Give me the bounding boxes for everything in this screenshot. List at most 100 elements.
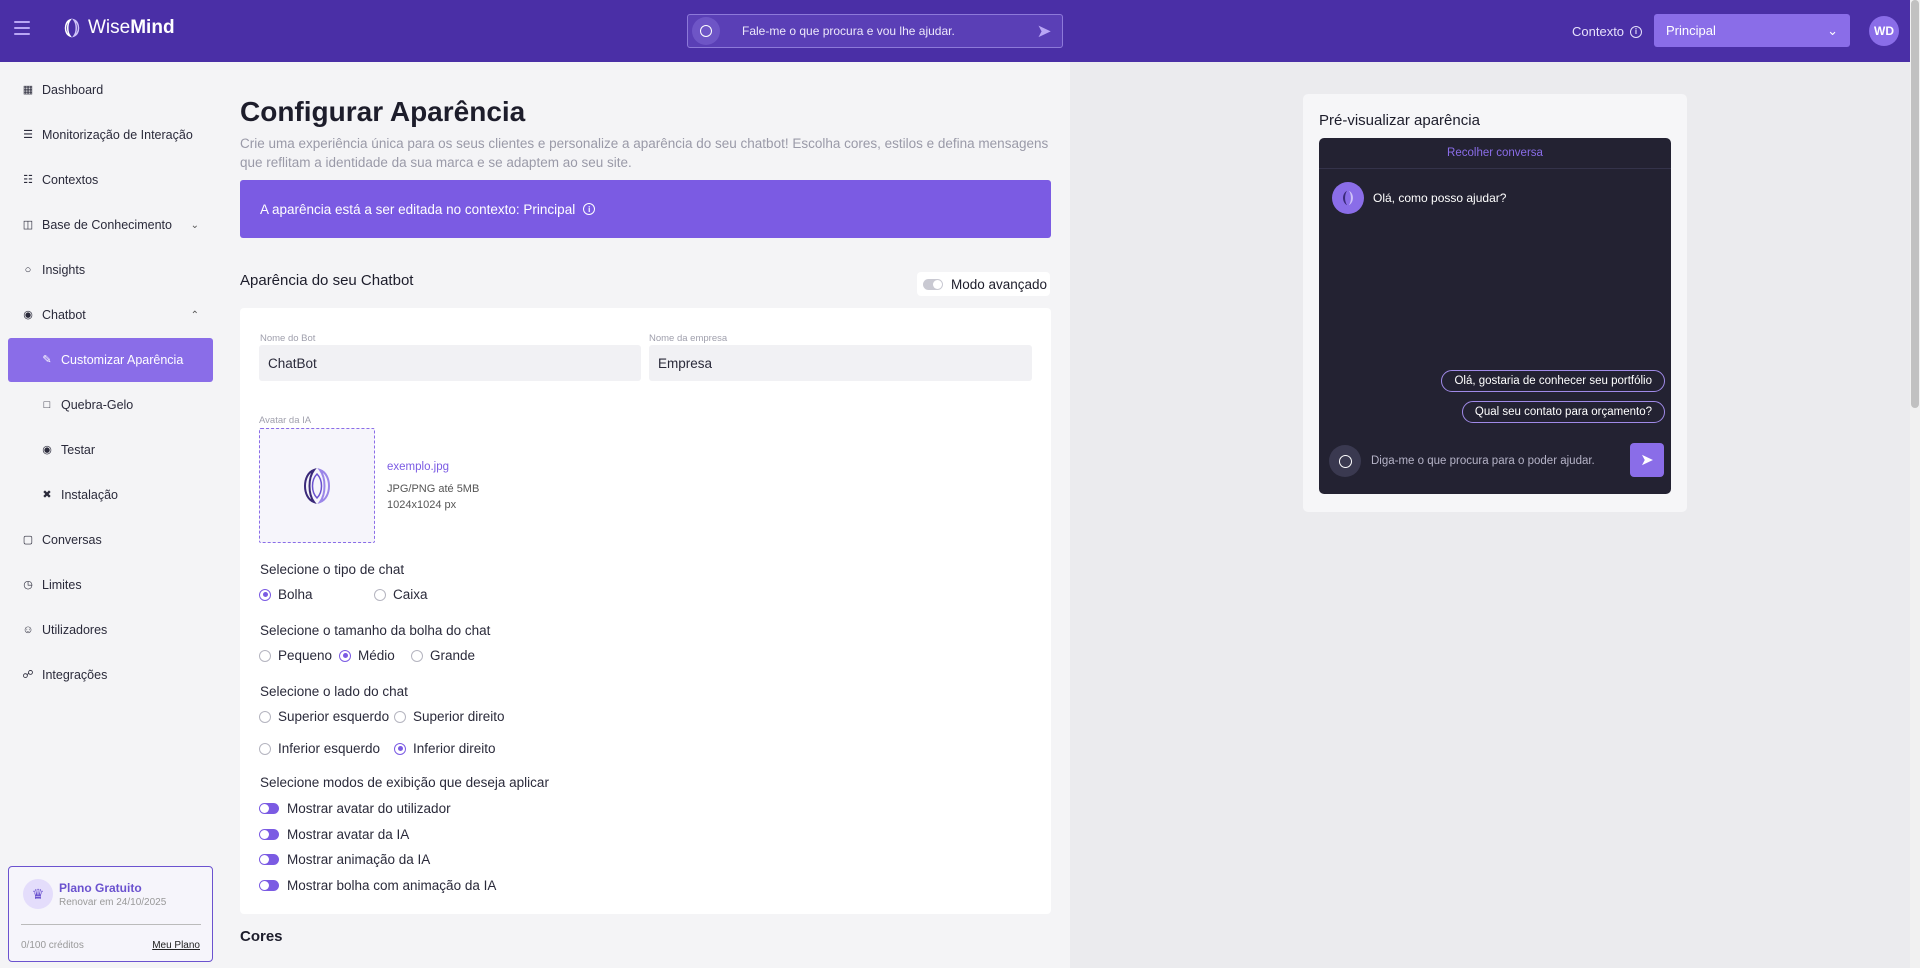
company-name-label: Nome da empresa: [649, 333, 728, 344]
assistant-icon[interactable]: [692, 17, 720, 45]
divider: [21, 924, 201, 925]
file-dims: 1024x1024 px: [387, 499, 457, 511]
advanced-mode-toggle[interactable]: Modo avançado: [917, 272, 1050, 296]
sidebar-item-customize[interactable]: ✎ Customizar Aparência: [8, 338, 213, 382]
option-label: Superior esquerdo: [278, 709, 390, 724]
wisemind-logo-icon: [64, 18, 80, 38]
option-label: Bolha: [278, 587, 313, 602]
sidebar-item-installation[interactable]: ✖ Instalação: [8, 475, 213, 515]
radio-selected[interactable]: [394, 742, 406, 755]
global-search: ➤: [687, 14, 1063, 48]
toggle-user-avatar[interactable]: Mostrar avatar do utilizador: [259, 801, 451, 816]
toggle-switch[interactable]: [259, 829, 279, 840]
sidebar-item-insights[interactable]: ○ Insights: [8, 250, 213, 290]
toggle-ai-avatar[interactable]: Mostrar avatar da IA: [259, 827, 409, 842]
colors-section-title: Cores: [240, 928, 283, 945]
plan-credits: 0/100 créditos: [21, 940, 84, 951]
bot-name-input[interactable]: [259, 345, 641, 381]
preview-title: Pré-visualizar aparência: [1319, 112, 1480, 129]
radio[interactable]: [374, 588, 386, 601]
radio[interactable]: [259, 649, 271, 662]
page-scrollbar[interactable]: [1910, 0, 1920, 968]
company-name-input[interactable]: [649, 345, 1032, 381]
radio[interactable]: [394, 710, 406, 723]
chevron-down-icon: ⌄: [190, 219, 199, 231]
context-label-text: Contexto: [1572, 24, 1625, 39]
chat-type-bubble[interactable]: Bolha: [259, 587, 313, 602]
scrollbar-thumb[interactable]: [1911, 0, 1919, 408]
side-top-right[interactable]: Superior direito: [394, 709, 505, 724]
radio-selected[interactable]: [259, 588, 271, 601]
toggle-switch[interactable]: [923, 278, 943, 290]
chat-message-input[interactable]: [1371, 449, 1611, 473]
option-label: Caixa: [393, 587, 428, 602]
send-button[interactable]: ➤: [1630, 443, 1664, 477]
toggle-switch[interactable]: [259, 803, 279, 814]
assistant-icon[interactable]: [1329, 445, 1361, 477]
sidebar-item-label: Instalação: [61, 488, 118, 502]
sidebar-item-monitoring[interactable]: ☰ Monitorização de Interação: [8, 115, 213, 155]
toggle-switch[interactable]: [259, 854, 279, 865]
plan-renew-date: Renovar em 24/10/2025: [59, 897, 167, 908]
sidebar-item-label: Chatbot: [42, 308, 86, 322]
side-bottom-left[interactable]: Inferior esquerdo: [259, 741, 380, 756]
sidebar-item-users[interactable]: ☺ Utilizadores: [8, 610, 213, 650]
ai-avatar-icon: [304, 467, 330, 504]
info-icon[interactable]: i: [1630, 25, 1643, 38]
radio[interactable]: [411, 649, 423, 662]
section-title: Aparência do seu Chatbot: [240, 272, 414, 289]
toggle-bubble-animation[interactable]: Mostrar bolha com animação da IA: [259, 878, 496, 893]
suggestion-chip[interactable]: Olá, gostaria de conhecer seu portfólio: [1441, 370, 1665, 392]
context-label: Contexto i: [1572, 24, 1643, 39]
sidebar-item-label: Base de Conhecimento: [42, 218, 172, 232]
knowledge-icon: ◫: [22, 218, 34, 231]
side-bottom-right[interactable]: Inferior direito: [394, 741, 496, 756]
context-select[interactable]: Principal ⌄: [1654, 14, 1850, 47]
sidebar-item-integrations[interactable]: ☍ Integrações: [8, 655, 213, 695]
sidebar-item-limits[interactable]: ◷ Limites: [8, 565, 213, 605]
send-icon[interactable]: ➤: [1032, 21, 1056, 42]
sidebar-item-label: Conversas: [42, 533, 102, 547]
sidebar-item-label: Limites: [42, 578, 82, 592]
file-name-link[interactable]: exemplo.jpg: [387, 461, 449, 473]
sidebar-item-conversations[interactable]: ▢ Conversas: [8, 520, 213, 560]
radio[interactable]: [259, 742, 271, 755]
chat-type-title: Selecione o tipo de chat: [260, 562, 405, 577]
suggestion-chip[interactable]: Qual seu contato para orçamento?: [1461, 401, 1665, 423]
radio[interactable]: [259, 710, 271, 723]
sidebar-item-contexts[interactable]: ☷ Contextos: [8, 160, 213, 200]
chat-type-box[interactable]: Caixa: [374, 587, 428, 602]
toggle-switch[interactable]: [259, 880, 279, 891]
sidebar-item-chatbot[interactable]: ◉ Chatbot ⌃: [8, 295, 213, 335]
logo-mind: Mind: [130, 17, 175, 38]
menu-icon[interactable]: [14, 21, 30, 35]
bot-name-label: Nome do Bot: [260, 333, 316, 344]
collapse-chat-button[interactable]: Recolher conversa: [1319, 138, 1671, 169]
my-plan-link[interactable]: Meu Plano: [152, 940, 200, 951]
sidebar-item-label: Contextos: [42, 173, 99, 187]
info-icon[interactable]: i: [583, 203, 596, 215]
sidebar-item-icebreaker[interactable]: □ Quebra-Gelo: [8, 385, 213, 425]
search-input[interactable]: [720, 24, 1032, 38]
toggle-ai-animation[interactable]: Mostrar animação da IA: [259, 852, 430, 867]
advanced-mode-label: Modo avançado: [951, 276, 1048, 292]
bubble-size-large[interactable]: Grande: [411, 648, 475, 663]
bubble-size-medium[interactable]: Médio: [339, 648, 395, 663]
tools-icon: ✖: [42, 488, 52, 501]
option-label: Superior direito: [413, 709, 505, 724]
bubble-size-small[interactable]: Pequeno: [259, 648, 332, 663]
side-top-left[interactable]: Superior esquerdo: [259, 709, 389, 724]
sidebar-item-test[interactable]: ◉ Testar: [8, 430, 213, 470]
user-avatar[interactable]: WD: [1869, 16, 1899, 46]
option-label: Médio: [358, 648, 395, 663]
side-title: Selecione o lado do chat: [260, 684, 408, 699]
avatar-upload[interactable]: [259, 428, 375, 543]
bot-avatar: [1332, 182, 1364, 214]
ai-avatar-icon: [1343, 190, 1353, 206]
radio-selected[interactable]: [339, 649, 351, 662]
display-title: Selecione modos de exibição que deseja a…: [260, 775, 549, 790]
main-content: Configurar Aparência Crie uma experiênci…: [220, 62, 1070, 968]
sidebar-item-knowledge[interactable]: ◫ Base de Conhecimento ⌄: [8, 205, 213, 245]
option-label: Pequeno: [278, 648, 333, 663]
sidebar-item-dashboard[interactable]: ▦ Dashboard: [8, 70, 213, 110]
